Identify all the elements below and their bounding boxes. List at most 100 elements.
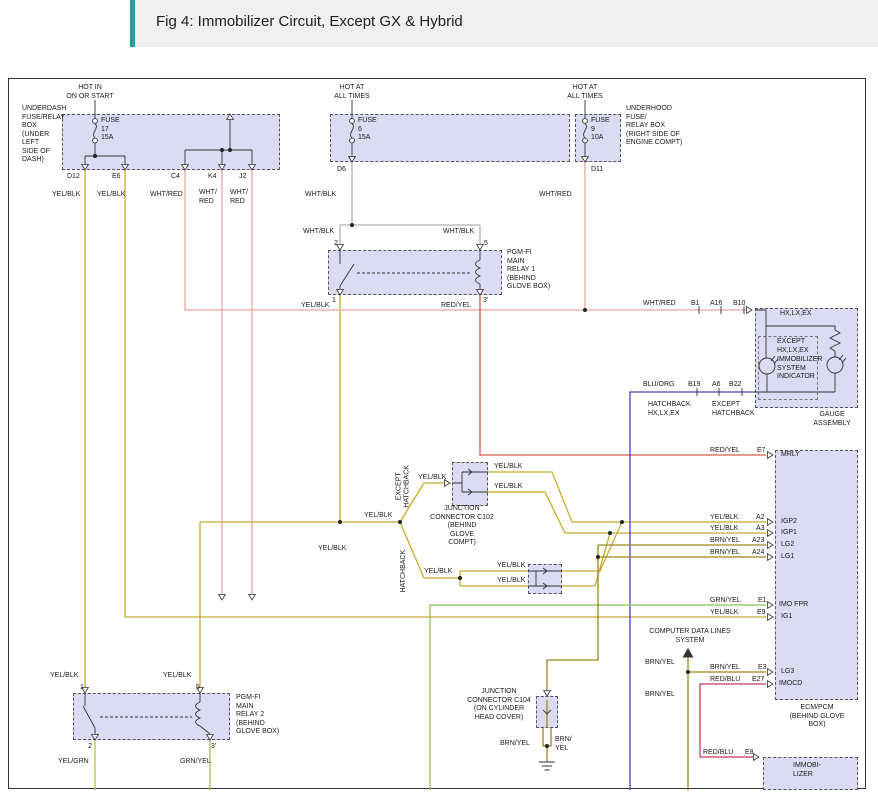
- wire-label-relay1-out3: RED/YEL: [441, 302, 471, 311]
- ecm-code-a23: A23: [752, 537, 764, 546]
- yel-blk-wires: [85, 170, 766, 687]
- red-yel-wires: [480, 295, 766, 455]
- fuse9-label: FUSE 9 10A: [591, 117, 610, 143]
- wire-label-c104-b: BRN/ YEL: [555, 736, 572, 753]
- c102-except-hatchback-label: EXCEPT HATCHBACK: [396, 458, 413, 514]
- gauge-trim-a-label: HX,LX,EX: [780, 310, 812, 319]
- wire-label-d11: WHT/RED: [539, 191, 572, 200]
- gauge-out-pin-b19: B19: [688, 381, 700, 390]
- datalines-arrow-icon: [683, 648, 694, 658]
- ecm-wire-mrly: RED/YEL: [710, 447, 740, 456]
- ecm-code-e7: E7: [757, 447, 766, 456]
- relay2-name: PGM-FI MAIN RELAY 2 (BEHIND GLOVE BOX): [236, 694, 279, 737]
- wire-label-e6: YEL/BLK: [97, 191, 125, 200]
- ecm-pin-imocd: IMOCD: [779, 680, 802, 689]
- wire-label-c4: WHT/RED: [150, 191, 183, 200]
- relay2-pin5: 5: [196, 684, 200, 693]
- gauge-in-pin-a16: A16: [710, 300, 722, 309]
- pin-d11: D11: [591, 166, 603, 175]
- wire-label-relay2-in5: YEL/BLK: [163, 672, 191, 681]
- ecm-pin-mrly: MRLY: [781, 451, 800, 460]
- wire-label-gauge-out: BLU/ORG: [643, 381, 675, 390]
- ecm-code-a24: A24: [752, 549, 764, 558]
- wire-label-c102b-out-a: YEL/BLK: [497, 562, 525, 571]
- immob-pin-e8: E8: [745, 749, 754, 758]
- wire-label-c102-out-a: YEL/BLK: [494, 463, 522, 472]
- ecm-wire-igp1: YEL/BLK: [710, 525, 738, 534]
- ecm-wire-lg3: BRN/YEL: [710, 664, 740, 673]
- underdash-box-label: UNDERDASH FUSE/RELAY BOX (UNDER LEFT SID…: [22, 105, 66, 165]
- relay1-pin1: 1: [332, 297, 336, 306]
- wire-label-relay2-out2: YEL/GRN: [58, 758, 89, 767]
- red-blu-wires: [700, 684, 766, 757]
- gauge-out-pin-a6: A6: [712, 381, 721, 390]
- ecm-pin-lg1: LG1: [781, 553, 794, 562]
- computer-data-lines-label: COMPUTER DATA LINES SYSTEM: [638, 628, 742, 645]
- ecm-code-e3: E3: [758, 664, 767, 673]
- gauge-out-pin-b22: B22: [729, 381, 741, 390]
- c102-hatchback-label: HATCHBACK: [400, 543, 408, 599]
- ecm-wire-imofpr: GRN/YEL: [710, 597, 741, 606]
- ecm-code-e1: E1: [758, 597, 767, 606]
- wire-label-relay1-out1: YEL/BLK: [301, 302, 329, 311]
- wire-label-j2: WHT/ RED: [230, 189, 248, 206]
- fuse17-label: FUSE 17 15A: [101, 117, 120, 143]
- except-hatchback-option-label: EXCEPT HATCHBACK: [712, 401, 755, 418]
- wiring-diagram-page: Fig 4: Immobilizer Circuit, Except GX & …: [0, 0, 878, 794]
- pin-k4: K4: [208, 173, 217, 182]
- ecm-wire-ig1: YEL/BLK: [710, 609, 738, 618]
- c104-name-label: JUNCTION CONNECTOR C104 (ON CYLINDER HEA…: [464, 688, 534, 722]
- relay2-pin2: 2: [88, 743, 92, 752]
- ecm-wire-lg1: BRN/YEL: [710, 549, 740, 558]
- wire-label-c102-bus2: YEL/BLK: [318, 545, 346, 554]
- ecm-pin-igp2: IGP2: [781, 518, 797, 527]
- pin-d6: D6: [337, 166, 346, 175]
- gauge-indicator-label: IMMOBILIZER SYSTEM INDICATOR: [777, 356, 823, 382]
- wire-label-c102-feed: YEL/BLK: [418, 474, 446, 483]
- relay1-name: PGM-FI MAIN RELAY 1 (BEHIND GLOVE BOX): [507, 249, 550, 292]
- fuse6-label: FUSE 6 15A: [358, 117, 377, 143]
- junction-dots: [93, 148, 690, 748]
- wire-label-d6: WHT/BLK: [305, 191, 336, 200]
- wire-label-gauge-in: WHT/RED: [643, 300, 676, 309]
- ecm-name-label: ECM/PCM (BEHIND GLOVE BOX): [782, 704, 852, 730]
- gauge-in-pin-b1: B1: [691, 300, 700, 309]
- wire-label-c102-out-b: YEL/BLK: [494, 483, 522, 492]
- pin-c4: C4: [171, 173, 180, 182]
- wire-label-immob-in: RED/BLU: [703, 749, 733, 758]
- wiring-layer: [0, 0, 878, 794]
- pin-j2: J2: [239, 173, 246, 182]
- wire-label-c102-bus: YEL/BLK: [364, 512, 392, 521]
- gauge-in-pin-b10: B10: [733, 300, 745, 309]
- ecm-code-e9: E9: [757, 609, 766, 618]
- relay1-pin5: 5: [484, 240, 488, 249]
- wire-label-dl-b: BRN/YEL: [645, 691, 675, 700]
- wire-label-c102b-out-b: YEL/BLK: [497, 577, 525, 586]
- ecm-pin-igp1: IGP1: [781, 529, 797, 538]
- relay1-pin2: 2: [334, 240, 338, 249]
- ecm-code-a2: A2: [756, 514, 765, 523]
- ecm-code-a3: A3: [756, 525, 765, 534]
- wire-label-c102b-feed: YEL/BLK: [424, 568, 452, 577]
- relay1-pin3: 3': [483, 297, 488, 306]
- relay2-pin3: 3': [211, 743, 216, 752]
- wire-label-relay2-in1: YEL/BLK: [50, 672, 78, 681]
- pin-e6: E6: [112, 173, 121, 182]
- wire-label-dl-a: BRN/YEL: [645, 659, 675, 668]
- wire-label-d12: YEL/BLK: [52, 191, 80, 200]
- hatchback-option-label: HATCHBACK HX,LX,EX: [648, 401, 691, 418]
- ecm-wire-imocd: RED/BLU: [710, 676, 740, 685]
- ecm-pin-imofpr: IMO FPR: [779, 601, 808, 610]
- hot-all-times-label-2: HOT AT ALL TIMES: [557, 84, 613, 101]
- wire-label-k4: WHT/ RED: [199, 189, 217, 206]
- pin-d12: D12: [67, 173, 80, 182]
- hot-all-times-label-1: HOT AT ALL TIMES: [324, 84, 380, 101]
- c102-name-label: JUNCTION CONNECTOR C102 (BEHIND GLOVE CO…: [426, 505, 498, 548]
- hot-in-start-label: HOT IN ON OR START: [58, 84, 122, 101]
- ecm-code-e27: E27: [752, 676, 764, 685]
- ecm-pin-lg3: LG3: [781, 668, 794, 677]
- ecm-pin-lg2: LG2: [781, 541, 794, 550]
- wire-label-relay2-out3: GRN/YEL: [180, 758, 211, 767]
- ecm-pin-ig1: IG1: [781, 613, 792, 622]
- underhood-box-label: UNDERHOOD FUSE/ RELAY BOX (RIGHT SIDE OF…: [626, 105, 684, 148]
